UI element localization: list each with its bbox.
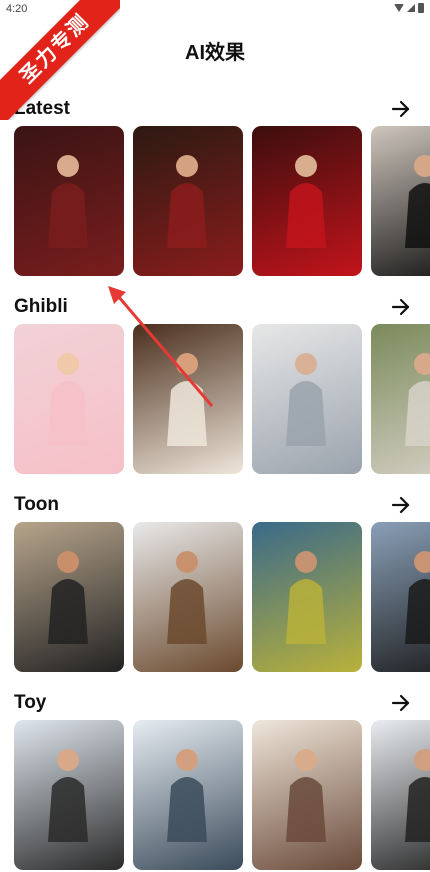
effect-thumbnail[interactable] [14,522,124,672]
effect-thumbnail[interactable] [14,324,124,474]
effect-thumbnail[interactable] [133,324,243,474]
person-figure [48,353,88,446]
effect-thumbnail[interactable] [252,126,362,276]
person-figure [167,155,207,248]
person-figure [167,749,207,842]
effect-thumbnail[interactable] [133,126,243,276]
wifi-icon [394,4,404,12]
effect-thumbnail[interactable] [371,126,430,276]
corner-badge-label: 圣力专测 [0,0,120,120]
person-figure [405,551,430,644]
arrow-right-icon[interactable] [390,692,412,714]
person-figure [167,551,207,644]
effect-thumbnail[interactable] [14,126,124,276]
arrow-right-icon[interactable] [390,296,412,318]
effect-thumbnail[interactable] [252,522,362,672]
image-carousel[interactable] [14,324,430,474]
effect-thumbnail[interactable] [371,522,430,672]
person-figure [286,551,326,644]
person-figure [286,749,326,842]
section-toon: Toon [0,494,430,674]
section-latest: Latest [0,98,430,278]
effect-thumbnail[interactable] [133,720,243,870]
person-figure [48,551,88,644]
effect-thumbnail[interactable] [252,324,362,474]
signal-icon [407,4,415,12]
section-ghibli: Ghibli [0,296,430,476]
image-carousel[interactable] [14,720,430,870]
section-toy: Toy [0,692,430,872]
person-figure [405,749,430,842]
person-figure [286,353,326,446]
person-figure [405,155,430,248]
person-figure [167,353,207,446]
effect-thumbnail[interactable] [14,720,124,870]
effect-thumbnail[interactable] [252,720,362,870]
image-carousel[interactable] [14,522,430,672]
arrow-right-icon[interactable] [390,494,412,516]
person-figure [48,155,88,248]
effect-thumbnail[interactable] [133,522,243,672]
effect-thumbnail[interactable] [371,720,430,870]
image-carousel[interactable] [14,126,430,276]
section-title: Toon [14,494,60,515]
section-title: Ghibli [14,296,68,317]
status-icons [394,3,424,13]
effect-thumbnail[interactable] [371,324,430,474]
corner-badge: 圣力专测 [0,0,120,120]
section-title: Toy [14,692,47,713]
person-figure [286,155,326,248]
person-figure [48,749,88,842]
arrow-right-icon[interactable] [390,98,412,120]
battery-icon [418,3,424,13]
person-figure [405,353,430,446]
